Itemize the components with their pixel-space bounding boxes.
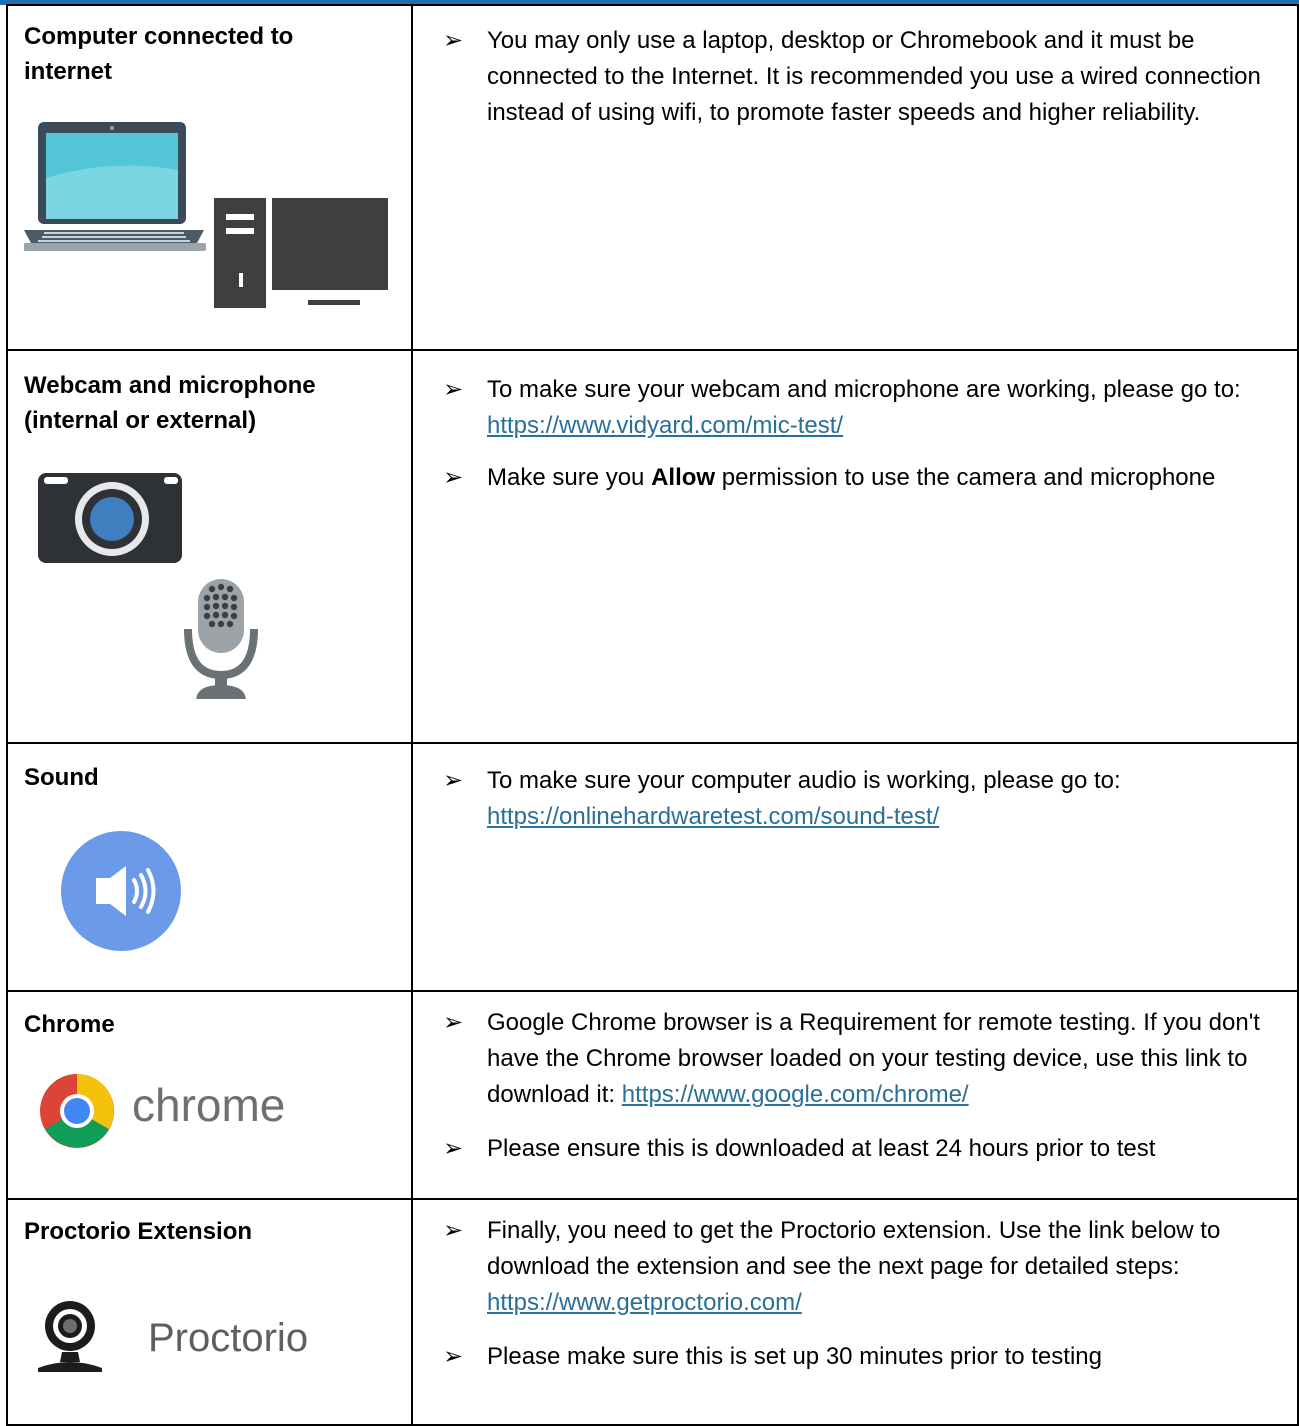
- chrome-logo: chrome: [38, 1072, 338, 1152]
- bullet-list: ➢ You may only use a laptop, desktop or …: [413, 23, 1283, 147]
- bullet-arrow-icon: ➢: [443, 376, 464, 403]
- details-cell: ➢ To make sure your computer audio is wo…: [411, 742, 1299, 992]
- details-cell: ➢ Finally, you need to get the Proctorio…: [411, 1198, 1299, 1426]
- bullet-arrow-icon: ➢: [443, 1135, 464, 1162]
- bullet-arrow-icon: ➢: [443, 767, 464, 794]
- proctorio-logo-text: Proctorio: [148, 1316, 309, 1360]
- chrome-icon: [40, 1074, 114, 1148]
- row-label: Webcam and microphone (internal or exter…: [24, 372, 316, 434]
- proctorio-webcam-icon: [38, 1301, 102, 1372]
- speaker-icon: [61, 831, 181, 951]
- bullet-list: ➢ To make sure your webcam and microphon…: [413, 372, 1283, 512]
- details-cell: ➢ You may only use a laptop, desktop or …: [411, 4, 1299, 351]
- list-item: ➢ Google Chrome browser is a Requirement…: [413, 1005, 1283, 1113]
- list-item: ➢ To make sure your computer audio is wo…: [413, 763, 1283, 835]
- bullet-arrow-icon: ➢: [443, 27, 464, 54]
- sound-test-link[interactable]: https://onlinehardwaretest.com/sound-tes…: [487, 803, 939, 830]
- label-cell: Computer connected to internet: [6, 4, 413, 351]
- bullet-arrow-icon: ➢: [443, 1217, 464, 1244]
- list-item: ➢ Please ensure this is downloaded at le…: [413, 1131, 1283, 1167]
- table-row: Webcam and microphone (internal or exter…: [6, 349, 1299, 744]
- mic-test-link[interactable]: https://www.vidyard.com/mic-test/: [487, 412, 843, 439]
- label-cell: Proctorio Extension Proctorio: [6, 1198, 413, 1426]
- bullet-arrow-icon: ➢: [443, 1009, 464, 1036]
- row-label: Computer connected to internet: [24, 23, 294, 85]
- row-label: Sound: [24, 764, 99, 791]
- list-item: ➢ Please make sure this is set up 30 min…: [413, 1339, 1283, 1375]
- bullet-arrow-icon: ➢: [443, 464, 464, 491]
- chrome-download-link[interactable]: https://www.google.com/chrome/: [622, 1081, 969, 1108]
- row-label: Chrome: [24, 1011, 115, 1038]
- table-row: Proctorio Extension Proctorio ➢ Finally,: [6, 1198, 1299, 1426]
- row-label: Proctorio Extension: [24, 1218, 253, 1245]
- label-cell: Chrome chrome: [6, 990, 413, 1200]
- bullet-list: ➢ Finally, you need to get the Proctorio…: [413, 1213, 1283, 1391]
- table-row: Chrome chrome ➢ Google Chrome browser is…: [6, 990, 1299, 1200]
- list-item: ➢ To make sure your webcam and microphon…: [413, 372, 1283, 444]
- list-item: ➢ Make sure you Allow permission to use …: [413, 460, 1283, 496]
- table-row: Sound ➢ To make sure your computer audio…: [6, 742, 1299, 992]
- proctorio-logo: Proctorio: [34, 1298, 364, 1384]
- label-cell: Sound: [6, 742, 413, 992]
- webcam-microphone-icon: [38, 473, 258, 699]
- bullet-list: ➢ Google Chrome browser is a Requirement…: [413, 1005, 1283, 1183]
- label-cell: Webcam and microphone (internal or exter…: [6, 349, 413, 744]
- list-item: ➢ Finally, you need to get the Proctorio…: [413, 1213, 1283, 1321]
- bullet-list: ➢ To make sure your computer audio is wo…: [413, 763, 1283, 851]
- list-item: ➢ You may only use a laptop, desktop or …: [413, 23, 1283, 131]
- bullet-arrow-icon: ➢: [443, 1343, 464, 1370]
- table-row: Computer connected to internet ➢ You may…: [6, 4, 1299, 351]
- proctorio-download-link[interactable]: https://www.getproctorio.com/: [487, 1289, 802, 1316]
- chrome-logo-text: chrome: [132, 1079, 286, 1131]
- computer-icon: [24, 122, 388, 308]
- requirements-table: Computer connected to internet ➢ You may…: [6, 4, 1299, 1426]
- details-cell: ➢ Google Chrome browser is a Requirement…: [411, 990, 1299, 1200]
- details-cell: ➢ To make sure your webcam and microphon…: [411, 349, 1299, 744]
